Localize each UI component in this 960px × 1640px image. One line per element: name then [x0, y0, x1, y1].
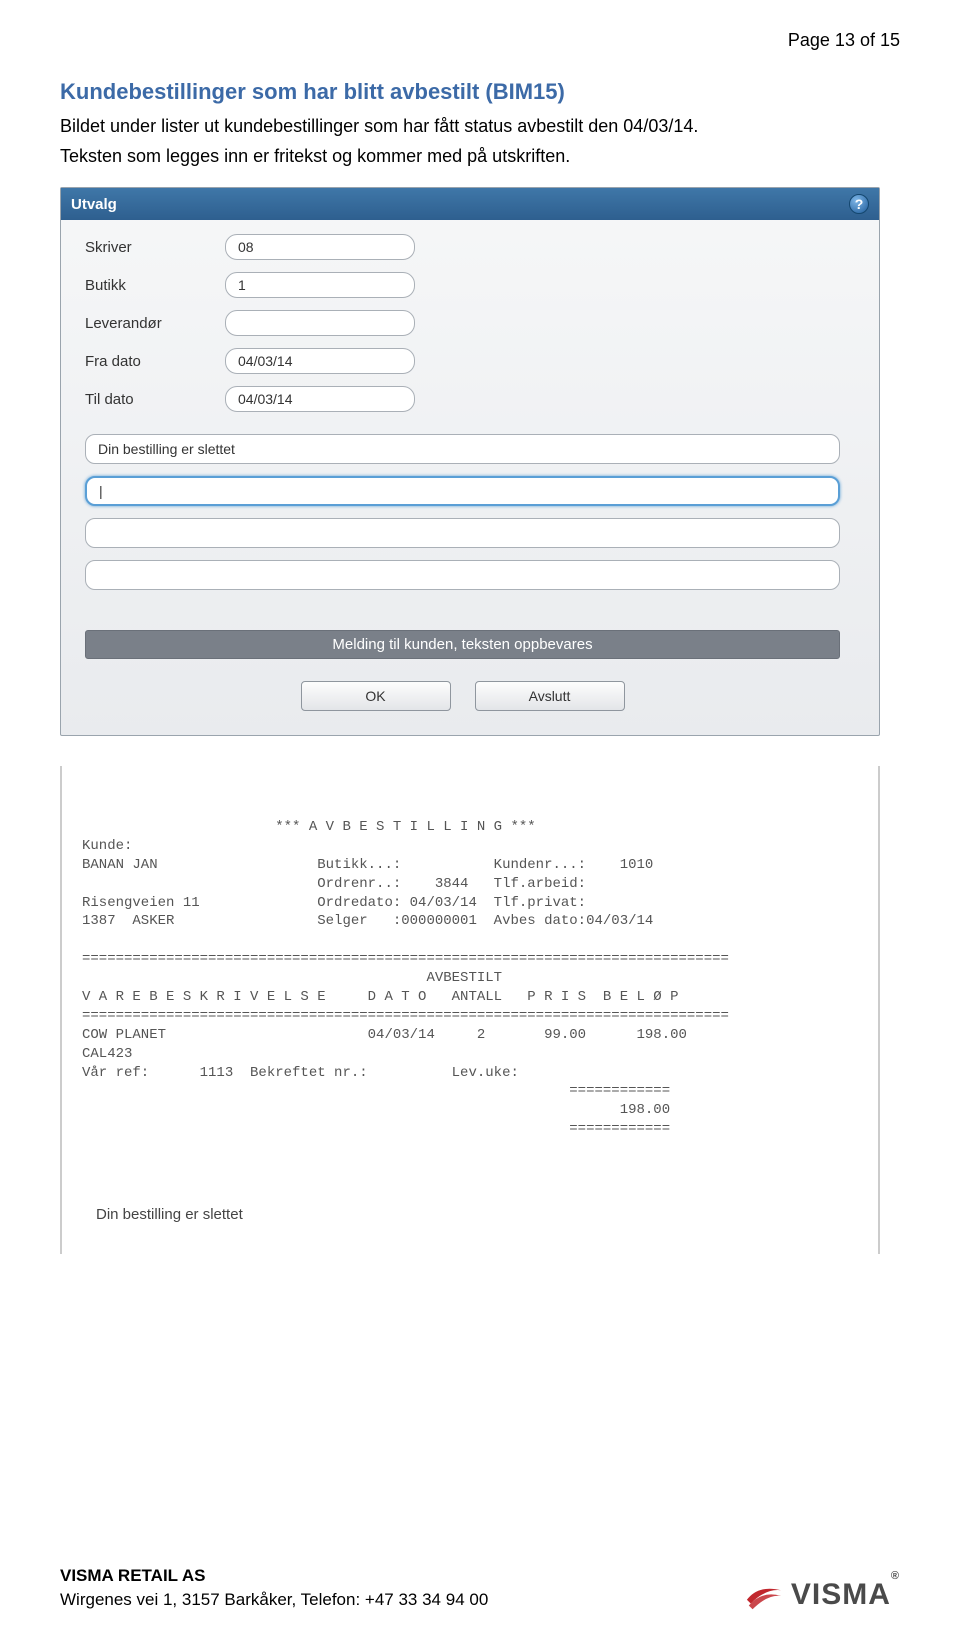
input-leverandor[interactable] [225, 310, 415, 336]
field-tildato: Til dato [85, 386, 861, 412]
body-text-1: Bildet under lister ut kundebestillinger… [60, 113, 900, 139]
avslutt-button[interactable]: Avslutt [475, 681, 625, 711]
button-row: OK Avslutt [85, 681, 840, 711]
freetext-line-1[interactable] [85, 434, 840, 464]
freetext-line-3[interactable] [85, 518, 840, 548]
footer-left: VISMA RETAIL AS Wirgenes vei 1, 3157 Bar… [60, 1564, 488, 1612]
message-bar: Melding til kunden, teksten oppbevares [85, 630, 840, 659]
utvalg-panel: Utvalg ? Skriver Butikk Leverandør Fra d… [60, 187, 880, 736]
freetext-line-4[interactable] [85, 560, 840, 590]
visma-logo: VISMA® [745, 1578, 900, 1612]
page-number: Page 13 of 15 [60, 30, 900, 51]
page-title: Kundebestillinger som har blitt avbestil… [60, 79, 900, 105]
visma-swoosh-icon [745, 1580, 783, 1610]
ok-button[interactable]: OK [301, 681, 451, 711]
input-butikk[interactable] [225, 272, 415, 298]
footer-address: Wirgenes vei 1, 3157 Barkåker, Telefon: … [60, 1588, 488, 1612]
input-skriver[interactable] [225, 234, 415, 260]
visma-logo-text: VISMA® [791, 1578, 900, 1612]
label-fradato: Fra dato [85, 353, 225, 370]
printout-text: *** A V B E S T I L L I N G *** Kunde: B… [82, 818, 858, 1139]
field-fradato: Fra dato [85, 348, 861, 374]
label-skriver: Skriver [85, 239, 225, 256]
printout-preview: *** A V B E S T I L L I N G *** Kunde: B… [60, 766, 880, 1254]
panel-body: Skriver Butikk Leverandør Fra dato Til d… [61, 220, 879, 735]
label-tildato: Til dato [85, 391, 225, 408]
panel-title: Utvalg [71, 196, 117, 213]
page-footer: VISMA RETAIL AS Wirgenes vei 1, 3157 Bar… [60, 1564, 900, 1612]
field-butikk: Butikk [85, 272, 861, 298]
field-skriver: Skriver [85, 234, 861, 260]
label-leverandor: Leverandør [85, 315, 225, 332]
panel-titlebar: Utvalg ? [61, 188, 879, 220]
footer-company: VISMA RETAIL AS [60, 1564, 488, 1588]
field-leverandor: Leverandør [85, 310, 861, 336]
printout-note: Din bestilling er slettet [82, 1205, 858, 1225]
label-butikk: Butikk [85, 277, 225, 294]
freetext-line-2[interactable] [85, 476, 840, 506]
input-tildato[interactable] [225, 386, 415, 412]
registered-icon: ® [891, 1570, 900, 1582]
input-fradato[interactable] [225, 348, 415, 374]
body-text-2: Teksten som legges inn er fritekst og ko… [60, 143, 900, 169]
visma-logo-word: VISMA [791, 1578, 891, 1611]
help-icon[interactable]: ? [849, 194, 869, 214]
